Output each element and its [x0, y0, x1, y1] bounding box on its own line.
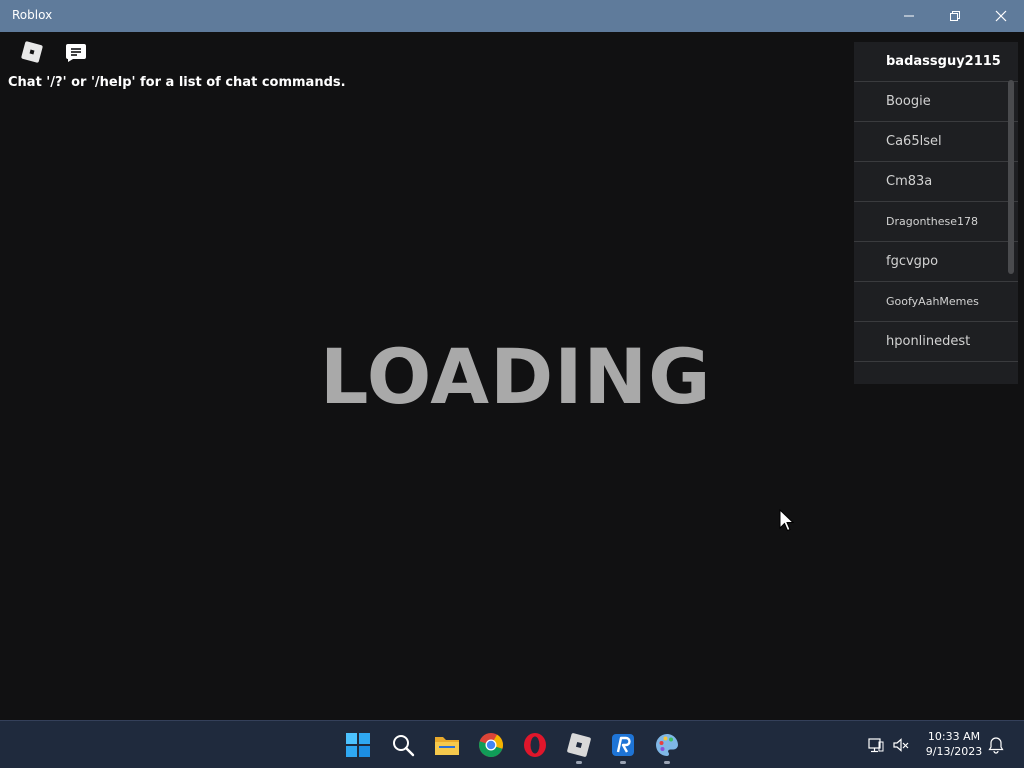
player-list-item[interactable]: Cm83a [854, 162, 1018, 202]
chrome-button[interactable] [475, 729, 507, 761]
opera-button[interactable] [519, 729, 551, 761]
opera-icon [524, 733, 546, 757]
window-title: Roblox [12, 8, 53, 22]
roblox-logo-icon [21, 41, 43, 63]
paint-running-indicator [664, 761, 670, 764]
title-bar[interactable]: Roblox [0, 0, 1024, 32]
search-icon [393, 735, 415, 757]
chat-icon [66, 44, 86, 62]
start-button[interactable] [342, 729, 374, 761]
roblox-studio-button[interactable] [607, 729, 639, 761]
roblox-window: Roblox Chat '/?' or '/help' for a list o… [0, 0, 1024, 720]
roblox-taskbar-button[interactable] [563, 729, 595, 761]
player-list-item[interactable]: Dragonthese178 [854, 202, 1018, 242]
player-list-scrollbar[interactable] [1008, 80, 1014, 274]
chat-toggle-button[interactable] [62, 38, 90, 66]
start-icon [346, 733, 370, 757]
player-list[interactable]: badassguy2115 Boogie Ca65lsel Cm83a Drag… [854, 42, 1018, 384]
player-list-item[interactable]: GoofyAahMemes [854, 282, 1018, 322]
volume-muted-icon [893, 738, 909, 752]
player-list-item[interactable]: Ca65lsel [854, 122, 1018, 162]
paint-button[interactable] [651, 729, 683, 761]
mouse-cursor-icon [779, 508, 795, 537]
restore-button[interactable] [932, 0, 978, 32]
close-icon [995, 10, 1007, 22]
clock-time: 10:33 AM [927, 730, 981, 743]
roblox-studio-icon [612, 734, 634, 756]
roblox-menu-button[interactable] [18, 38, 46, 66]
player-list-item[interactable]: hponlinedest [854, 322, 1018, 362]
roblox-running-indicator [576, 761, 582, 764]
player-list-item[interactable]: Boogie [854, 82, 1018, 122]
network-button[interactable] [866, 735, 886, 755]
player-list-item[interactable]: fgcvgpo [854, 242, 1018, 282]
notifications-button[interactable] [986, 735, 1006, 755]
player-list-item[interactable]: badassguy2115 [854, 42, 1018, 82]
roblox-studio-running-indicator [620, 761, 626, 764]
loading-text: LOADING [320, 332, 712, 421]
clock-date: 9/13/2023 [925, 745, 983, 758]
search-button[interactable] [387, 729, 419, 761]
paint-icon [656, 734, 678, 756]
network-icon [868, 738, 884, 753]
chrome-icon [479, 733, 503, 757]
file-explorer-icon [435, 737, 459, 755]
file-explorer-button[interactable] [431, 729, 463, 761]
bell-icon [988, 737, 1004, 754]
minimize-icon [904, 15, 914, 17]
taskbar: 10:33 AM 9/13/2023 [0, 720, 1024, 768]
chat-hint-text: Chat '/?' or '/help' for a list of chat … [8, 75, 346, 90]
volume-button[interactable] [891, 735, 911, 755]
roblox-icon [567, 733, 591, 757]
minimize-button[interactable] [886, 0, 932, 32]
close-button[interactable] [978, 0, 1024, 32]
system-clock[interactable]: 10:33 AM 9/13/2023 [918, 729, 990, 759]
restore-icon [950, 11, 960, 21]
